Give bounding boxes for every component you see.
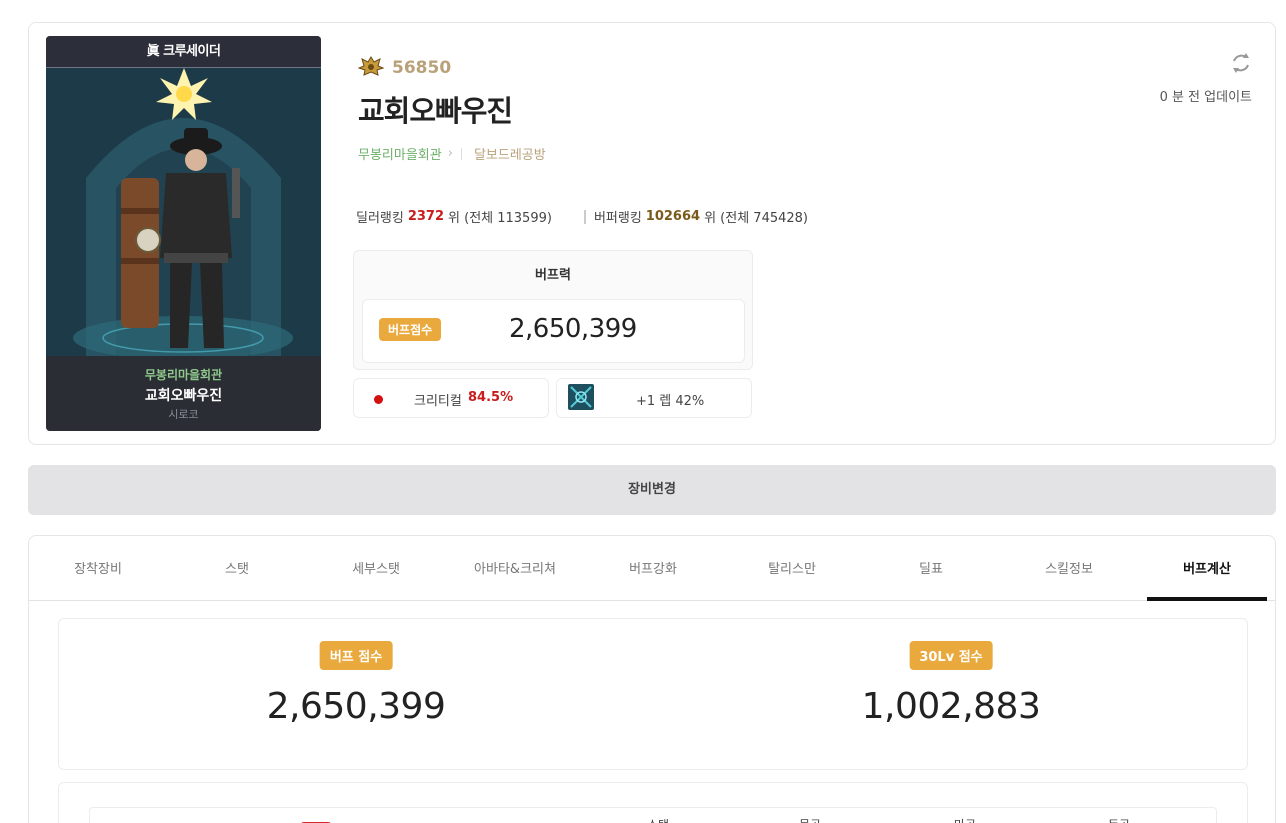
lv30-score-column: 30Lv 점수 1,002,883 — [862, 641, 1041, 727]
tab-avatar-creature[interactable]: 아바타&크리쳐 — [474, 558, 556, 577]
guild-row: 무봉리마을회관 › 달보드레공방 — [358, 144, 546, 163]
red-dot-icon — [374, 395, 383, 404]
tab-talisman[interactable]: 탈리스만 — [768, 558, 816, 577]
divider — [583, 209, 586, 224]
skill-icon — [568, 384, 594, 410]
active-tab-indicator — [1147, 597, 1267, 601]
critical-box: 크리티컬 84.5% — [353, 378, 549, 418]
lv30-score-total: 1,002,883 — [861, 686, 1041, 727]
buff-power-header: 버프력 — [535, 268, 571, 283]
character-image — [46, 68, 321, 356]
tab-bar: 장착장비 스탯 세부스탯 아바타&크리쳐 버프강화 탈리스만 딜표 스킬정보 버… — [29, 536, 1275, 601]
tab-detail-stats[interactable]: 세부스탯 — [352, 558, 400, 577]
job-title: 眞 크루세이더 — [46, 36, 321, 68]
tab-equipment[interactable]: 장착장비 — [74, 558, 122, 577]
fame-icon — [357, 56, 385, 80]
dealer-rank-label: 딜러랭킹 — [356, 211, 404, 226]
ranking-row: 딜러랭킹 2372 위 (전체 113599) 버퍼랭킹 102664 위 (전체 … — [356, 207, 808, 226]
buff-score-badge: 버프점수 — [379, 318, 442, 341]
level-box: +1 렙 42% — [556, 378, 752, 418]
buffer-rank-value: 102664 — [645, 209, 701, 224]
critical-value: 84.5% — [468, 390, 514, 405]
buff-calc-table: 스탯 물공 마공 독공 — [58, 782, 1248, 823]
score-summary: 버프 점수 2,650,399 30Lv 점수 1,002,883 — [58, 618, 1248, 770]
buff-score-column: 버프 점수 2,650,399 — [267, 641, 446, 727]
tab-buff-calc[interactable]: 버프계산 — [1183, 558, 1231, 577]
fame-row: 56850 — [357, 56, 452, 80]
chevron-right-icon: › — [447, 146, 453, 161]
refresh-icon[interactable] — [1230, 52, 1252, 78]
fame-value: 56850 — [392, 58, 452, 78]
buff-power-panel: 버프력 버프점수 2,650,399 — [353, 250, 753, 370]
buff-score-box: 버프점수 2,650,399 — [362, 299, 745, 363]
portrait-name: 교회오빠우진 — [144, 388, 223, 404]
update-status: 0 분 전 업데이트 — [1159, 90, 1252, 105]
buffer-rank-label: 버퍼랭킹 — [593, 211, 642, 226]
buffer-rank-suffix: 위 (전체 745428) — [704, 211, 808, 226]
equip-change-button[interactable]: 장비변경 — [28, 465, 1276, 515]
divider — [460, 147, 462, 160]
table-header-row: 스탯 물공 마공 독공 — [89, 807, 1217, 823]
character-name: 교회오빠우진 — [358, 94, 513, 128]
critical-label: 크리티컬 — [414, 394, 462, 409]
header-physical-attack: 물공 — [799, 816, 821, 823]
portrait-server: 시로코 — [168, 408, 199, 421]
header-independent-attack: 독공 — [1108, 816, 1130, 823]
buff-score-badge: 버프 점수 — [319, 641, 393, 670]
tab-deal-table[interactable]: 딜표 — [919, 558, 943, 577]
character-portrait: 眞 크루세이더 무봉리마을회관 교회오빠우진 시로코 — [46, 36, 321, 431]
lv30-score-badge: 30Lv 점수 — [909, 641, 993, 670]
tab-buff-enhance[interactable]: 버프강화 — [629, 558, 677, 577]
tab-stats[interactable]: 스탯 — [225, 558, 249, 577]
buff-score-value: 2,650,399 — [509, 314, 637, 344]
tab-skill-info[interactable]: 스킬정보 — [1045, 558, 1093, 577]
portrait-footer: 무봉리마을회관 교회오빠우진 시로코 — [46, 356, 321, 431]
dealer-rank-value: 2372 — [407, 209, 445, 224]
dealer-rank-suffix: 위 (전체 113599) — [448, 211, 552, 226]
header-magic-attack: 마공 — [954, 816, 976, 823]
buff-score-total: 2,650,399 — [266, 686, 446, 727]
adventure-link[interactable]: 달보드레공방 — [474, 144, 546, 163]
guild-link[interactable]: 무봉리마을회관 — [358, 144, 442, 163]
portrait-guild: 무봉리마을회관 — [144, 368, 223, 382]
level-text: +1 렙 42% — [636, 394, 705, 409]
header-stat: 스탯 — [647, 816, 669, 823]
